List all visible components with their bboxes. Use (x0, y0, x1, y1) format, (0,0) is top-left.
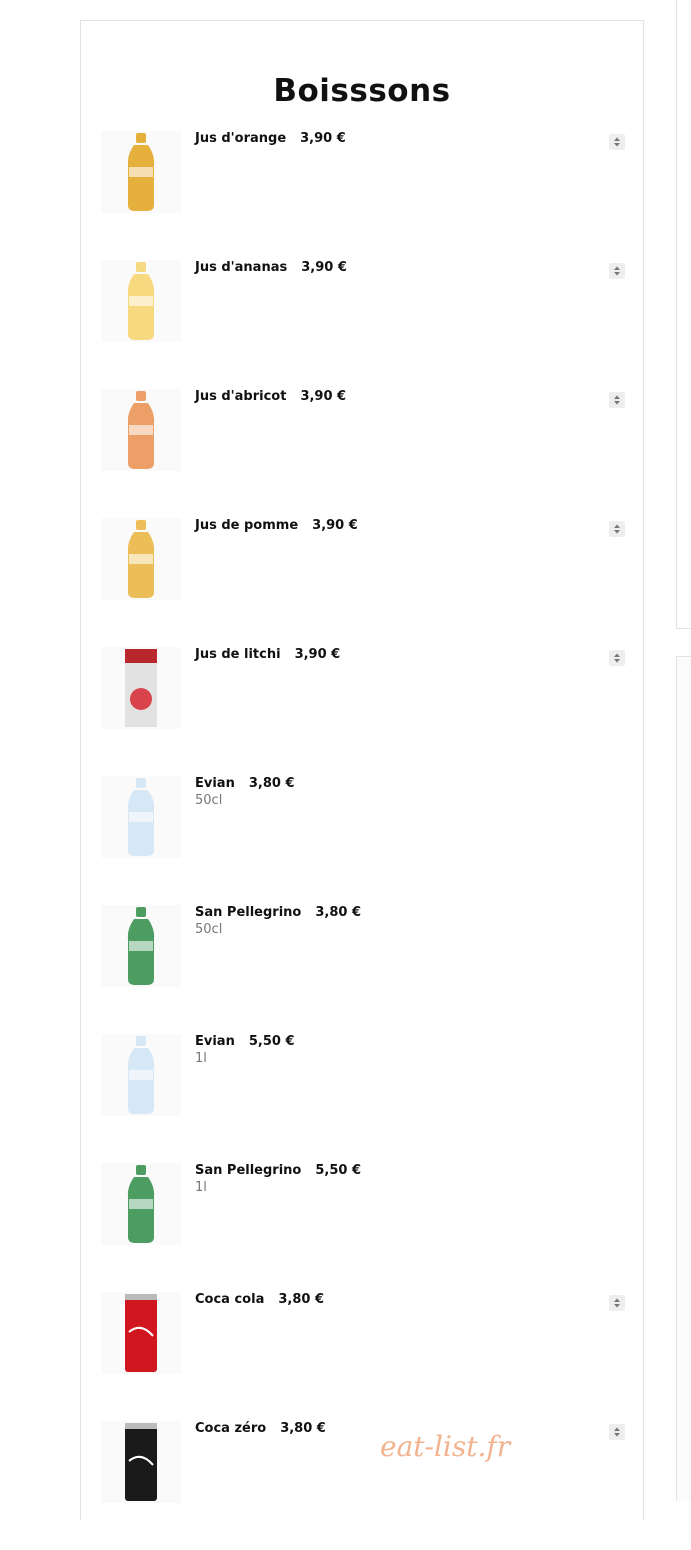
item-price: 5,50 € (248, 1034, 295, 1049)
item-name: Jus d'orange (195, 131, 287, 146)
item-price: 3,90 € (301, 260, 347, 275)
quantity-stepper[interactable] (609, 263, 625, 279)
item-name: Jus de pomme (195, 518, 299, 533)
item-name: San Pellegrino (195, 905, 302, 920)
orange-juice-bottle-icon (101, 131, 181, 213)
item-title: San Pellegrino 5,50 € (195, 1163, 361, 1178)
quantity-stepper[interactable] (609, 650, 625, 666)
menu-item[interactable]: Jus d'ananas 3,90 € (81, 260, 643, 389)
item-title: Evian 5,50 € (195, 1034, 295, 1049)
menu-item[interactable]: Jus d'orange 3,90 € (81, 131, 643, 260)
item-title: Evian 3,80 € (195, 776, 295, 791)
menu-item[interactable]: Jus d'abricot 3,90 € (81, 389, 643, 518)
item-price: 3,90 € (294, 647, 341, 662)
item-name: Evian (195, 776, 235, 791)
pineapple-juice-bottle-icon (101, 260, 181, 342)
evian-bottle-icon (101, 776, 181, 858)
item-description: 50cl (195, 922, 223, 937)
item-price: 3,90 € (300, 389, 347, 404)
section-title: Boisssons (273, 73, 451, 109)
item-price: 3,80 € (280, 1421, 326, 1436)
san-pellegrino-bottle-icon (101, 1163, 181, 1245)
quantity-stepper[interactable] (609, 392, 625, 408)
right-column-border (676, 0, 691, 629)
san-pellegrino-bottle-icon (101, 905, 181, 987)
apricot-juice-bottle-icon (101, 389, 181, 471)
item-title: San Pellegrino 3,80 € (195, 905, 361, 920)
item-price: 3,80 € (248, 776, 295, 791)
item-title: Jus d'ananas 3,90 € (195, 260, 347, 275)
item-title: Jus d'orange 3,90 € (195, 131, 346, 146)
item-price: 3,90 € (312, 518, 358, 533)
item-name: Jus de litchi (195, 647, 281, 662)
item-title: Coca cola 3,80 € (195, 1292, 324, 1307)
menu-item[interactable]: San Pellegrino 3,80 € 50cl (81, 905, 643, 1034)
apple-juice-bottle-icon (101, 518, 181, 600)
menu-item[interactable]: Evian 3,80 € 50cl (81, 776, 643, 905)
drinks-menu-panel: Boisssons Jus d'orange 3,90 € Jus d'anana… (80, 20, 644, 1520)
item-description: 50cl (195, 793, 223, 808)
menu-item[interactable]: Jus de pomme 3,90 € (81, 518, 643, 647)
item-title: Jus d'abricot 3,90 € (195, 389, 346, 404)
coca-cola-can-icon (101, 1292, 181, 1374)
item-name: San Pellegrino (195, 1163, 302, 1178)
coca-zero-can-icon (101, 1421, 181, 1503)
menu-item[interactable]: Evian 5,50 € 1l (81, 1034, 643, 1163)
item-name: Jus d'ananas (195, 260, 288, 275)
item-price: 3,80 € (315, 905, 362, 920)
evian-bottle-icon (101, 1034, 181, 1116)
item-description: 1l (195, 1180, 207, 1195)
menu-item[interactable]: San Pellegrino 5,50 € 1l (81, 1163, 643, 1292)
item-name: Coca zéro (195, 1421, 267, 1436)
item-name: Coca cola (195, 1292, 265, 1307)
item-price: 3,90 € (300, 131, 346, 146)
right-column-panel (676, 656, 691, 1501)
watermark: eat-list.fr (380, 1430, 511, 1463)
item-title: Coca zéro 3,80 € (195, 1421, 326, 1436)
item-description: 1l (195, 1051, 207, 1066)
item-title: Jus de pomme 3,90 € (195, 518, 358, 533)
menu-item[interactable]: Jus de litchi 3,90 € (81, 647, 643, 776)
menu-item[interactable]: Coca cola 3,80 € (81, 1292, 643, 1421)
litchi-juice-carton-icon (101, 647, 181, 729)
menu-item[interactable]: Coca zéro 3,80 € (81, 1421, 643, 1550)
item-name: Jus d'abricot (195, 389, 287, 404)
quantity-stepper[interactable] (609, 1424, 625, 1440)
item-price: 5,50 € (315, 1163, 362, 1178)
quantity-stepper[interactable] (609, 134, 625, 150)
quantity-stepper[interactable] (609, 1295, 625, 1311)
item-title: Jus de litchi 3,90 € (195, 647, 340, 662)
item-price: 3,80 € (278, 1292, 324, 1307)
quantity-stepper[interactable] (609, 521, 625, 537)
item-name: Evian (195, 1034, 235, 1049)
